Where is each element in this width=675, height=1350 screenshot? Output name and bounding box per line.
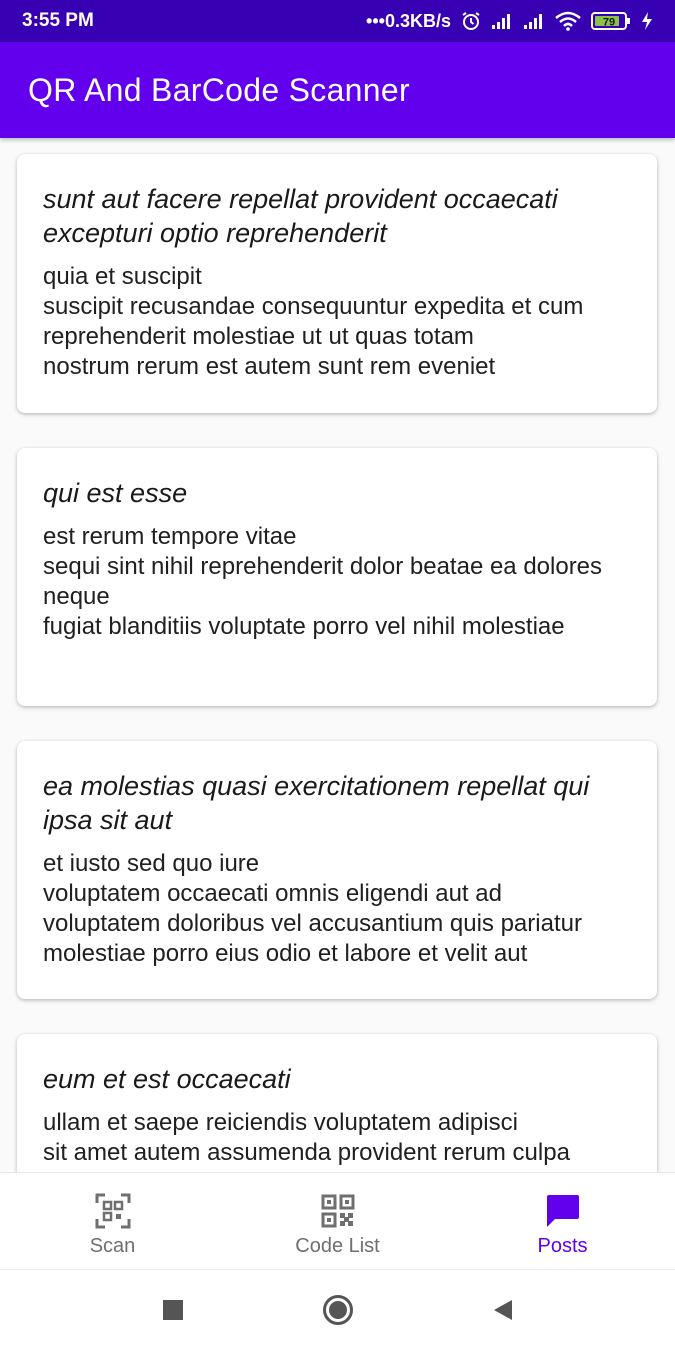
bottom-navigation: Scan Code List Posts: [0, 1172, 675, 1269]
network-speed: •••0.3KB/s: [366, 10, 451, 31]
nav-label-scan: Scan: [89, 1234, 136, 1257]
post-body: ullam et saepe reiciendis voluptatem adi…: [43, 1109, 570, 1166]
post-card[interactable]: ea molestias quasi exercitationem repell…: [17, 741, 657, 999]
post-body: et iusto sed quo iure voluptatem occaeca…: [43, 850, 582, 967]
recents-button[interactable]: [143, 1280, 203, 1340]
status-bar: 3:55 PM •••0.3KB/s 79: [0, 0, 675, 42]
nav-item-code-list[interactable]: Code List: [225, 1173, 450, 1269]
nav-item-posts[interactable]: Posts: [450, 1173, 675, 1269]
qr-code-icon: [321, 1191, 355, 1231]
home-button[interactable]: [308, 1280, 368, 1340]
charging-icon: [641, 11, 653, 31]
app-bar: QR And BarCode Scanner: [0, 42, 675, 138]
back-button[interactable]: [473, 1280, 533, 1340]
nav-label-posts: Posts: [537, 1234, 588, 1257]
battery-icon: 79: [591, 11, 631, 31]
back-triangle-icon: [493, 1300, 512, 1320]
signal-icon: [523, 13, 545, 29]
app-title: QR And BarCode Scanner: [28, 71, 410, 108]
alarm-icon: [461, 11, 481, 31]
signal-icon: [491, 13, 513, 29]
posts-list[interactable]: sunt aut facere repellat provident occae…: [0, 138, 675, 1172]
post-card[interactable]: sunt aut facere repellat provident occae…: [17, 154, 657, 413]
post-card[interactable]: qui est esse est rerum tempore vitae seq…: [17, 448, 657, 706]
message-icon: [545, 1191, 581, 1231]
nav-item-scan[interactable]: Scan: [0, 1173, 225, 1269]
post-title: sunt aut facere repellat provident occae…: [43, 184, 558, 248]
post-body: quia et suscipit suscipit recusandae con…: [43, 263, 584, 380]
qr-scan-icon: [95, 1191, 131, 1231]
wifi-icon: [555, 11, 581, 31]
post-title: ea molestias quasi exercitationem repell…: [43, 771, 590, 835]
post-card[interactable]: eum et est occaecati ullam et saepe reic…: [17, 1034, 657, 1172]
post-title: qui est esse: [43, 478, 188, 508]
post-body: est rerum tempore vitae sequi sint nihil…: [43, 523, 603, 640]
nav-label-code-list: Code List: [295, 1234, 380, 1257]
system-navigation-bar: [0, 1269, 675, 1350]
status-time: 3:55 PM: [22, 10, 94, 31]
square-icon: [162, 1300, 183, 1320]
circle-icon: [322, 1295, 353, 1325]
post-title: eum et est occaecati: [43, 1064, 291, 1094]
svg-text:79: 79: [603, 17, 615, 29]
status-icons: •••0.3KB/s 79: [366, 11, 653, 32]
